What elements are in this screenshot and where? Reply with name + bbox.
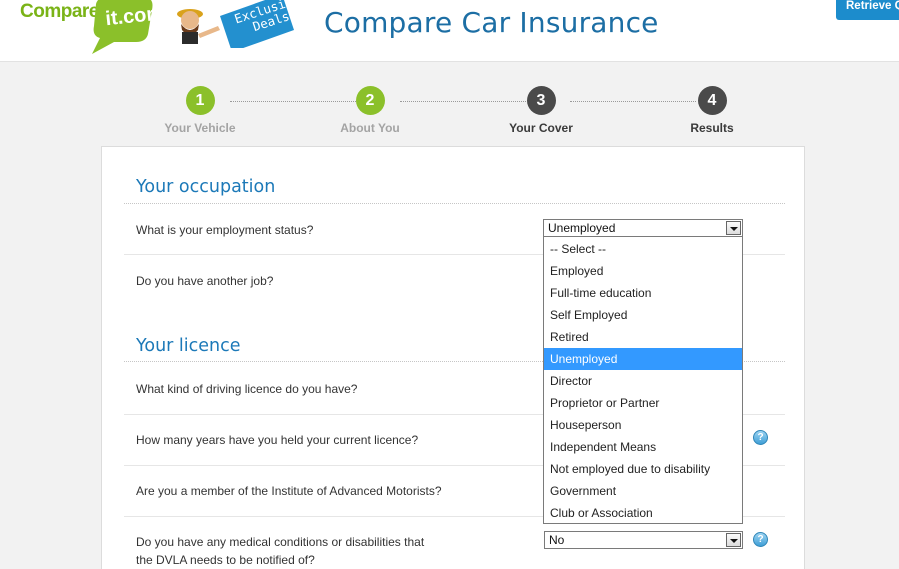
medical-conditions-value: No [549,533,565,547]
chevron-down-icon[interactable] [726,221,741,235]
employment-status-dropdown-list: -- Select -- Employed Full-time educatio… [543,236,743,524]
another-job-label: Do you have another job? [136,274,274,288]
step-label: Your Cover [509,121,573,135]
logo-speech-bubble-icon: it.com [92,0,154,54]
step-number: 4 [697,86,727,115]
progress-steps: 1 Your Vehicle 2 About You 3 Your Cover … [0,84,899,140]
step-number: 2 [355,86,385,115]
step-your-cover: 3 Your Cover [481,84,601,135]
help-icon[interactable]: ? [753,532,768,547]
step-number: 1 [185,86,215,115]
dropdown-option[interactable]: Club or Association [544,502,742,524]
medical-conditions-select[interactable]: No [544,531,743,549]
section-divider [124,203,785,204]
page-title: Compare Car Insurance [324,6,659,39]
dropdown-option[interactable]: Not employed due to disability [544,458,742,480]
dropdown-option[interactable]: Houseperson [544,414,742,436]
employment-status-select[interactable]: Unemployed [543,219,743,237]
chevron-down-icon[interactable] [726,533,741,547]
employment-status-value: Unemployed [548,221,616,235]
dropdown-option[interactable]: Full-time education [544,282,742,304]
step-your-vehicle[interactable]: 1 Your Vehicle [140,84,260,135]
iam-member-label: Are you a member of the Institute of Adv… [136,484,442,498]
employment-status-label: What is your employment status? [136,223,314,237]
step-number: 3 [526,86,556,115]
section-title-occupation: Your occupation [136,177,276,197]
step-results: 4 Results [652,84,772,135]
dropdown-option[interactable]: Proprietor or Partner [544,392,742,414]
dropdown-option[interactable]: Government [544,480,742,502]
section-title-licence: Your licence [136,336,241,356]
medical-conditions-label: Do you have any medical conditions or di… [136,535,425,567]
exclusive-deals-badge[interactable]: Exclusive Deals [176,0,302,48]
dropdown-option[interactable]: Retired [544,326,742,348]
dropdown-option[interactable]: Employed [544,260,742,282]
site-header: Compare it.com Exclusive Deals Compare C… [0,0,899,62]
licence-type-label: What kind of driving licence do you have… [136,382,358,396]
step-label: About You [340,121,400,135]
dropdown-option[interactable]: Independent Means [544,436,742,458]
step-label: Your Vehicle [164,121,236,135]
dropdown-option[interactable]: Unemployed [544,348,742,370]
compareit-logo[interactable]: Compare it.com [20,0,160,56]
step-label: Results [690,121,734,135]
step-about-you[interactable]: 2 About You [310,84,430,135]
dropdown-option[interactable]: Self Employed [544,304,742,326]
licence-years-label: How many years have you held your curren… [136,433,419,447]
retrieve-quote-button[interactable]: Retrieve Q [836,0,899,20]
dropdown-option[interactable]: -- Select -- [544,238,742,260]
dropdown-option[interactable]: Director [544,370,742,392]
help-icon[interactable]: ? [753,430,768,445]
